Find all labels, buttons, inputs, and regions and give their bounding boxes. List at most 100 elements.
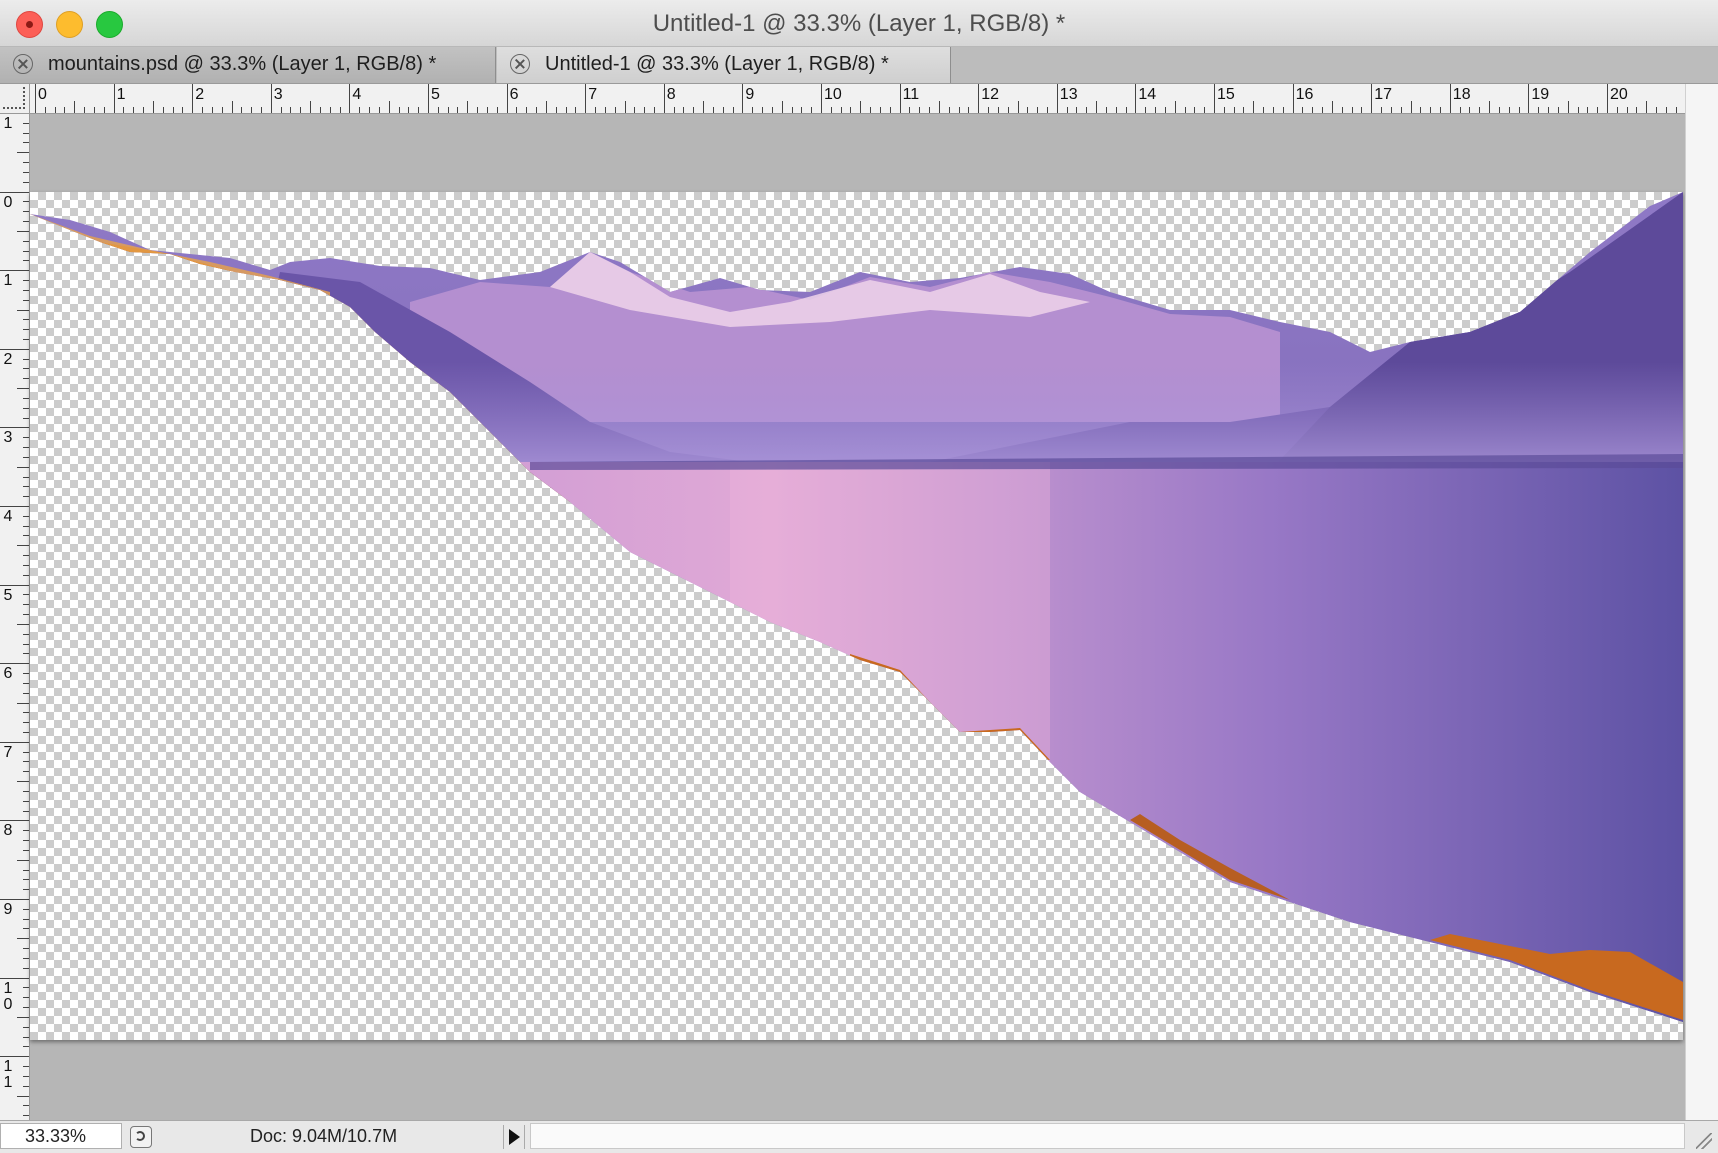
ruler-label: 1: [116, 86, 126, 103]
ruler-minor-tick: [23, 122, 29, 124]
ruler-major-tick: [0, 270, 29, 272]
ruler-major-tick: [1449, 84, 1451, 113]
ruler-minor-tick: [1577, 107, 1579, 113]
ruler-major-tick: [1528, 84, 1530, 113]
ruler-minor-tick: [388, 101, 390, 113]
ruler-minor-tick: [300, 107, 302, 113]
ruler-minor-tick: [703, 101, 705, 113]
ruler-major-tick: [0, 191, 29, 193]
ruler-minor-tick: [93, 107, 95, 113]
ruler-label: 0: [3, 193, 13, 211]
ruler-minor-tick: [496, 107, 498, 113]
ruler-minor-tick: [624, 101, 626, 113]
ruler-minor-tick: [23, 997, 29, 999]
ruler-minor-tick: [339, 107, 341, 113]
ruler-minor-tick: [17, 230, 29, 232]
ruler-minor-tick: [1557, 107, 1559, 113]
ruler-minor-tick: [103, 107, 105, 113]
ruler-minor-tick: [860, 101, 862, 113]
ruler-label: 10: [3, 979, 13, 1013]
document-canvas[interactable]: [30, 192, 1683, 1040]
ruler-minor-tick: [23, 280, 29, 282]
ruler-minor-tick: [889, 107, 891, 113]
ruler-minor-tick: [1626, 107, 1628, 113]
ruler-minor-tick: [23, 653, 29, 655]
ruler-minor-tick: [44, 107, 46, 113]
ruler-major-tick: [0, 741, 29, 743]
ruler-minor-tick: [23, 456, 29, 458]
ruler-minor-tick: [1194, 107, 1196, 113]
ruler-minor-tick: [23, 260, 29, 262]
ruler-origin-icon[interactable]: [0, 84, 30, 114]
ruler-minor-tick: [486, 107, 488, 113]
ruler-minor-tick: [23, 751, 29, 753]
ruler-minor-tick: [644, 107, 646, 113]
ruler-label: 18: [1452, 86, 1471, 103]
ruler-label: 7: [3, 743, 13, 761]
ruler-minor-tick: [23, 574, 29, 576]
close-tab-icon[interactable]: [510, 54, 530, 74]
ruler-minor-tick: [1636, 107, 1638, 113]
horizontal-ruler[interactable]: 0 1 2 3 4 5 6 7 8 9 10 11 12 13 14 15 16 17 18 19 20: [30, 84, 1685, 114]
ruler-minor-tick: [23, 289, 29, 291]
ruler-minor-tick: [17, 1016, 29, 1018]
ruler-minor-tick: [17, 781, 29, 783]
ruler-label: 9: [3, 901, 13, 918]
ruler-minor-tick: [17, 859, 29, 861]
horizontal-scrollbar[interactable]: [530, 1123, 1685, 1149]
ruler-minor-tick: [23, 378, 29, 380]
ruler-minor-tick: [1381, 107, 1383, 113]
vertical-scrollbar[interactable]: [1685, 84, 1718, 1120]
ruler-minor-tick: [74, 101, 76, 113]
ruler-minor-tick: [23, 407, 29, 409]
ruler-major-tick: [585, 84, 587, 113]
document-workspace[interactable]: [30, 114, 1685, 1120]
ruler-minor-tick: [23, 535, 29, 537]
tab-label: Untitled-1 @ 33.3% (Layer 1, RGB/8) *: [545, 53, 889, 75]
ruler-major-tick: [0, 348, 29, 350]
status-menu-icon[interactable]: [130, 1126, 152, 1148]
vertical-ruler[interactable]: 101234567891011: [0, 114, 30, 1120]
ruler-minor-tick: [1105, 107, 1107, 113]
ruler-major-tick: [0, 899, 29, 900]
ruler-minor-tick: [1675, 107, 1677, 113]
ruler-minor-tick: [23, 132, 29, 134]
ruler-minor-tick: [133, 107, 135, 113]
ruler-minor-tick: [23, 525, 29, 527]
ruler-minor-tick: [1538, 107, 1540, 113]
tab-untitled-1[interactable]: Untitled-1 @ 33.3% (Layer 1, RGB/8) *: [497, 47, 951, 83]
ruler-label: 9: [745, 86, 755, 103]
ruler-minor-tick: [17, 938, 29, 940]
ruler-minor-tick: [467, 101, 469, 113]
zoom-level-field[interactable]: 33.33%: [0, 1123, 122, 1149]
ruler-minor-tick: [1243, 107, 1245, 113]
ruler-minor-tick: [310, 101, 312, 113]
ruler-minor-tick: [23, 604, 29, 606]
ruler-minor-tick: [693, 107, 695, 113]
ruler-major-tick: [663, 84, 665, 113]
ruler-label: 1: [3, 272, 13, 290]
ruler-major-tick: [270, 84, 272, 113]
status-arrow-icon[interactable]: [503, 1125, 525, 1149]
ruler-minor-tick: [762, 107, 764, 113]
ruler-minor-tick: [64, 107, 66, 113]
ruler-minor-tick: [23, 240, 29, 242]
ruler-label: 13: [1059, 86, 1078, 103]
ruler-minor-tick: [1587, 107, 1589, 113]
ruler-minor-tick: [1223, 107, 1225, 113]
resize-grip-icon[interactable]: [1696, 1133, 1712, 1149]
close-tab-icon[interactable]: [13, 54, 33, 74]
ruler-minor-tick: [23, 329, 29, 331]
tab-mountains[interactable]: mountains.psd @ 33.3% (Layer 1, RGB/8) *: [0, 47, 496, 83]
ruler-major-tick: [192, 84, 194, 113]
ruler-minor-tick: [1066, 107, 1068, 113]
ruler-minor-tick: [23, 928, 29, 930]
ruler-minor-tick: [182, 107, 184, 113]
ruler-minor-tick: [23, 633, 29, 635]
ruler-minor-tick: [23, 555, 29, 557]
ruler-minor-tick: [1420, 107, 1422, 113]
ruler-minor-tick: [23, 201, 29, 203]
ruler-major-tick: [0, 1056, 29, 1058]
ruler-minor-tick: [1145, 107, 1147, 113]
ruler-label: 2: [3, 350, 13, 368]
